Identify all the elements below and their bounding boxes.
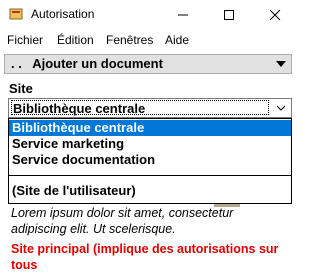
window-title: Autorisation (31, 7, 95, 21)
site-option-marketing[interactable]: Service marketing (9, 136, 291, 152)
menu-fenetres[interactable]: Fenêtres (106, 33, 153, 47)
minimize-icon (178, 14, 188, 16)
site-option-user[interactable]: (Site de l'utilisateur) (9, 183, 291, 199)
minimize-button[interactable] (160, 0, 206, 30)
site-label: Site (9, 81, 33, 96)
menu-edition[interactable]: Édition (57, 33, 94, 47)
close-icon (269, 9, 281, 21)
add-document-dropdown[interactable]: . . Ajouter un document (4, 54, 292, 74)
menu-aide[interactable]: Aide (165, 33, 189, 47)
site-combobox[interactable]: Bibliothèque centrale (8, 98, 292, 118)
site-selected-value: Bibliothèque centrale (11, 100, 269, 116)
maximize-button[interactable] (206, 0, 252, 30)
option-separator (9, 175, 291, 176)
triangle-down-icon (276, 61, 286, 67)
site-option-bibliotheque[interactable]: Bibliothèque centrale (9, 120, 291, 136)
site-option-documentation[interactable]: Service documentation (9, 152, 291, 168)
title-bar: Autorisation (0, 0, 298, 30)
add-document-label: . . Ajouter un document (11, 56, 163, 71)
app-icon (9, 8, 23, 20)
description-text: Lorem ipsum dolor sit amet, consectetur … (11, 206, 234, 236)
site-dropdown-list: Bibliothèque centrale Service marketing … (8, 118, 292, 204)
close-button[interactable] (252, 0, 298, 30)
menu-bar: Fichier Édition Fenêtres Aide (0, 30, 298, 50)
maximize-icon (224, 10, 234, 20)
chevron-down-icon (276, 105, 286, 111)
menu-fichier[interactable]: Fichier (7, 33, 43, 47)
site-hint-text: Site principal (implique des autorisatio… (11, 242, 279, 272)
